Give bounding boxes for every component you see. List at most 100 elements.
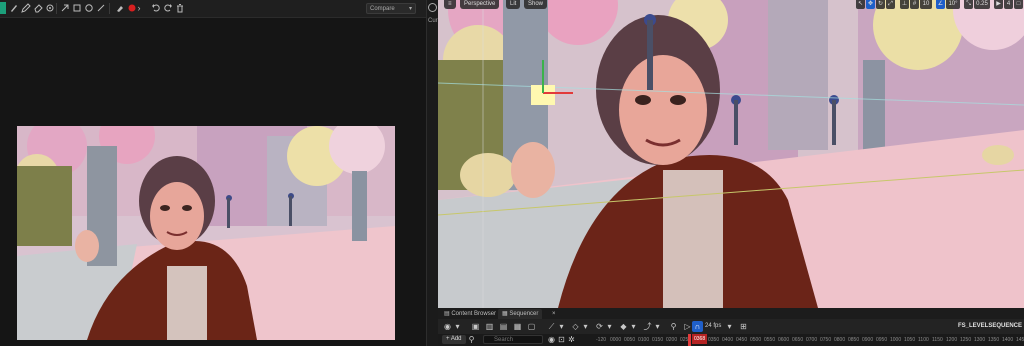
trash-icon[interactable]: ▢ [526, 321, 537, 332]
timeline-tick: 1000 [890, 337, 902, 343]
marker-icon[interactable] [114, 2, 126, 14]
timeline-tick: 1200 [946, 337, 958, 343]
timeline-tick: 0550 [764, 337, 776, 343]
timeline-tick: 0100 [638, 337, 650, 343]
timeline-tick: 1400 [1002, 337, 1014, 343]
scale-step-value[interactable]: 0.25 [974, 0, 990, 9]
sequencer-toolbar: ◉ ▾ ▣ ▥ ▤ ▦ ▢ ⟋ ▾ ◇ ▾ ⟳ ▾ ◆ ▾ ⤴ ▾ ⚲ ▷ ∩ … [438, 319, 1024, 334]
viewport-menu-button[interactable]: ≡ [444, 0, 456, 9]
timeline-tick: 1100 [918, 337, 929, 343]
timeline-tick: 0050 [624, 337, 636, 343]
search-input[interactable]: Search [483, 335, 543, 344]
compare-dropdown[interactable]: Compare ▾ [366, 3, 416, 14]
brush-icon[interactable] [8, 2, 20, 14]
chevron-down-icon[interactable]: ▾ [724, 321, 735, 332]
lit-label: Lit [510, 1, 517, 7]
move-tool-icon[interactable]: ✥ [866, 0, 875, 9]
chevron-down-icon[interactable]: ▾ [604, 321, 615, 332]
panel-handle[interactable] [0, 2, 6, 14]
marker-icon[interactable]: ⚲ [668, 321, 679, 332]
lit-button[interactable]: Lit [506, 0, 521, 9]
chevron-down-icon[interactable]: ▾ [556, 321, 567, 332]
add-track-button[interactable]: + Add [442, 335, 466, 344]
grid-snap-icon[interactable]: # [910, 0, 919, 9]
fps-selector[interactable]: 24 fps [705, 321, 721, 332]
redo-icon[interactable] [162, 2, 174, 14]
sequence-name: FS_LEVELSEQUENCE [958, 323, 1023, 329]
playhead[interactable] [688, 334, 691, 346]
timeline-tick: 0750 [820, 337, 832, 343]
timeline-tick: 1350 [988, 337, 1000, 343]
timeline-tick: 1300 [974, 337, 986, 343]
chevron-down-icon[interactable]: ▾ [580, 321, 591, 332]
add-circle-icon[interactable] [428, 3, 437, 12]
timeline-tick: 0150 [652, 337, 664, 343]
timeline-tick: -120 [596, 337, 607, 343]
show-button[interactable]: Show [524, 0, 548, 9]
camera-icon[interactable]: ▦ [512, 321, 523, 332]
tab-sequencer[interactable]: ▦ Sequencer [498, 309, 543, 319]
timeline-tick: 0350 [708, 337, 720, 343]
surface-snap-icon[interactable]: ⊥ [900, 0, 909, 9]
timeline-tick: 0450 [736, 337, 748, 343]
perspective-button[interactable]: Perspective [460, 0, 500, 9]
timeline-tick: 0700 [806, 337, 818, 343]
timeline-tick: 1250 [960, 337, 972, 343]
timeline-tick: 1050 [904, 337, 916, 343]
render-movie-icon[interactable]: ▤ [498, 321, 509, 332]
playhead-frame: 0368 [692, 334, 708, 344]
timeline-tick: 0800 [834, 337, 846, 343]
angle-snap-icon[interactable]: ∠ [936, 0, 945, 9]
timeline-tick: 0850 [848, 337, 860, 343]
trash-icon[interactable] [174, 2, 186, 14]
camera-speed-value[interactable]: 4 [1004, 0, 1013, 9]
chevron-down-icon[interactable]: ▾ [652, 321, 663, 332]
camera-speed-icon[interactable]: ▶ [994, 0, 1003, 9]
maximize-icon[interactable]: □ [1014, 0, 1023, 9]
show-label: Show [528, 1, 544, 7]
tab-sequencer-label: Sequencer [509, 311, 539, 317]
color-chevron-icon[interactable]: › [136, 2, 142, 14]
fill-icon[interactable] [44, 2, 56, 14]
timeline-tick: 0400 [722, 337, 734, 343]
pencil-icon[interactable] [20, 2, 32, 14]
circle-icon[interactable] [83, 2, 95, 14]
annotation-toolbar: › Compare ▾ [0, 0, 438, 18]
toolbar-divider [56, 3, 57, 14]
line-icon[interactable] [95, 2, 107, 14]
close-icon[interactable]: × [548, 309, 560, 319]
timeline-tick: 0000 [610, 337, 622, 343]
timeline-tick: 1450 [1016, 337, 1024, 343]
timeline-tick: 0950 [876, 337, 888, 343]
angle-size-value[interactable]: 10° [946, 0, 960, 9]
timeline-tick: 0650 [792, 337, 804, 343]
level-viewport[interactable]: ≡ Perspective Lit Show ↖ ✥ ↻ ⤢ ⊥ # 10 ∠ … [438, 0, 1024, 308]
timeline-tick: 1150 [932, 337, 943, 343]
rectangle-icon[interactable] [71, 2, 83, 14]
side-strip-label: Cur [428, 18, 438, 24]
filter-icon[interactable]: ⚲ [466, 334, 477, 345]
perspective-label: Perspective [464, 1, 496, 7]
settings-icon[interactable]: ✲ [566, 334, 577, 345]
eraser-icon[interactable] [32, 2, 44, 14]
find-in-browser-icon[interactable]: ▥ [484, 321, 495, 332]
scale-snap-icon[interactable]: ⤡ [964, 0, 973, 9]
timeline-tick: 0600 [778, 337, 790, 343]
select-tool-icon[interactable]: ↖ [856, 0, 865, 9]
grid-size-value[interactable]: 10 [920, 0, 932, 9]
view-options-icon[interactable]: ⊞ [738, 321, 749, 332]
timeline-header: + Add ⚲ Search ◉ ⊡ ✲ -120 0000 0050 0100 015… [438, 334, 1024, 346]
chevron-down-icon[interactable]: ▾ [628, 321, 639, 332]
chevron-down-icon[interactable]: ▾ [452, 321, 463, 332]
tab-content-browser[interactable]: ▤ Content Browser [440, 309, 500, 319]
undo-icon[interactable] [150, 2, 162, 14]
scale-tool-icon[interactable]: ⤢ [886, 0, 895, 9]
rotate-tool-icon[interactable]: ↻ [876, 0, 885, 9]
snap-magnet-icon[interactable]: ∩ [692, 321, 703, 332]
save-icon[interactable]: ▣ [470, 321, 481, 332]
toolbar-divider [109, 3, 110, 14]
timeline-tick: 0900 [862, 337, 874, 343]
arrow-icon[interactable] [59, 2, 71, 14]
timeline-tick: 0200 [666, 337, 678, 343]
rendered-frame-preview [17, 126, 395, 340]
